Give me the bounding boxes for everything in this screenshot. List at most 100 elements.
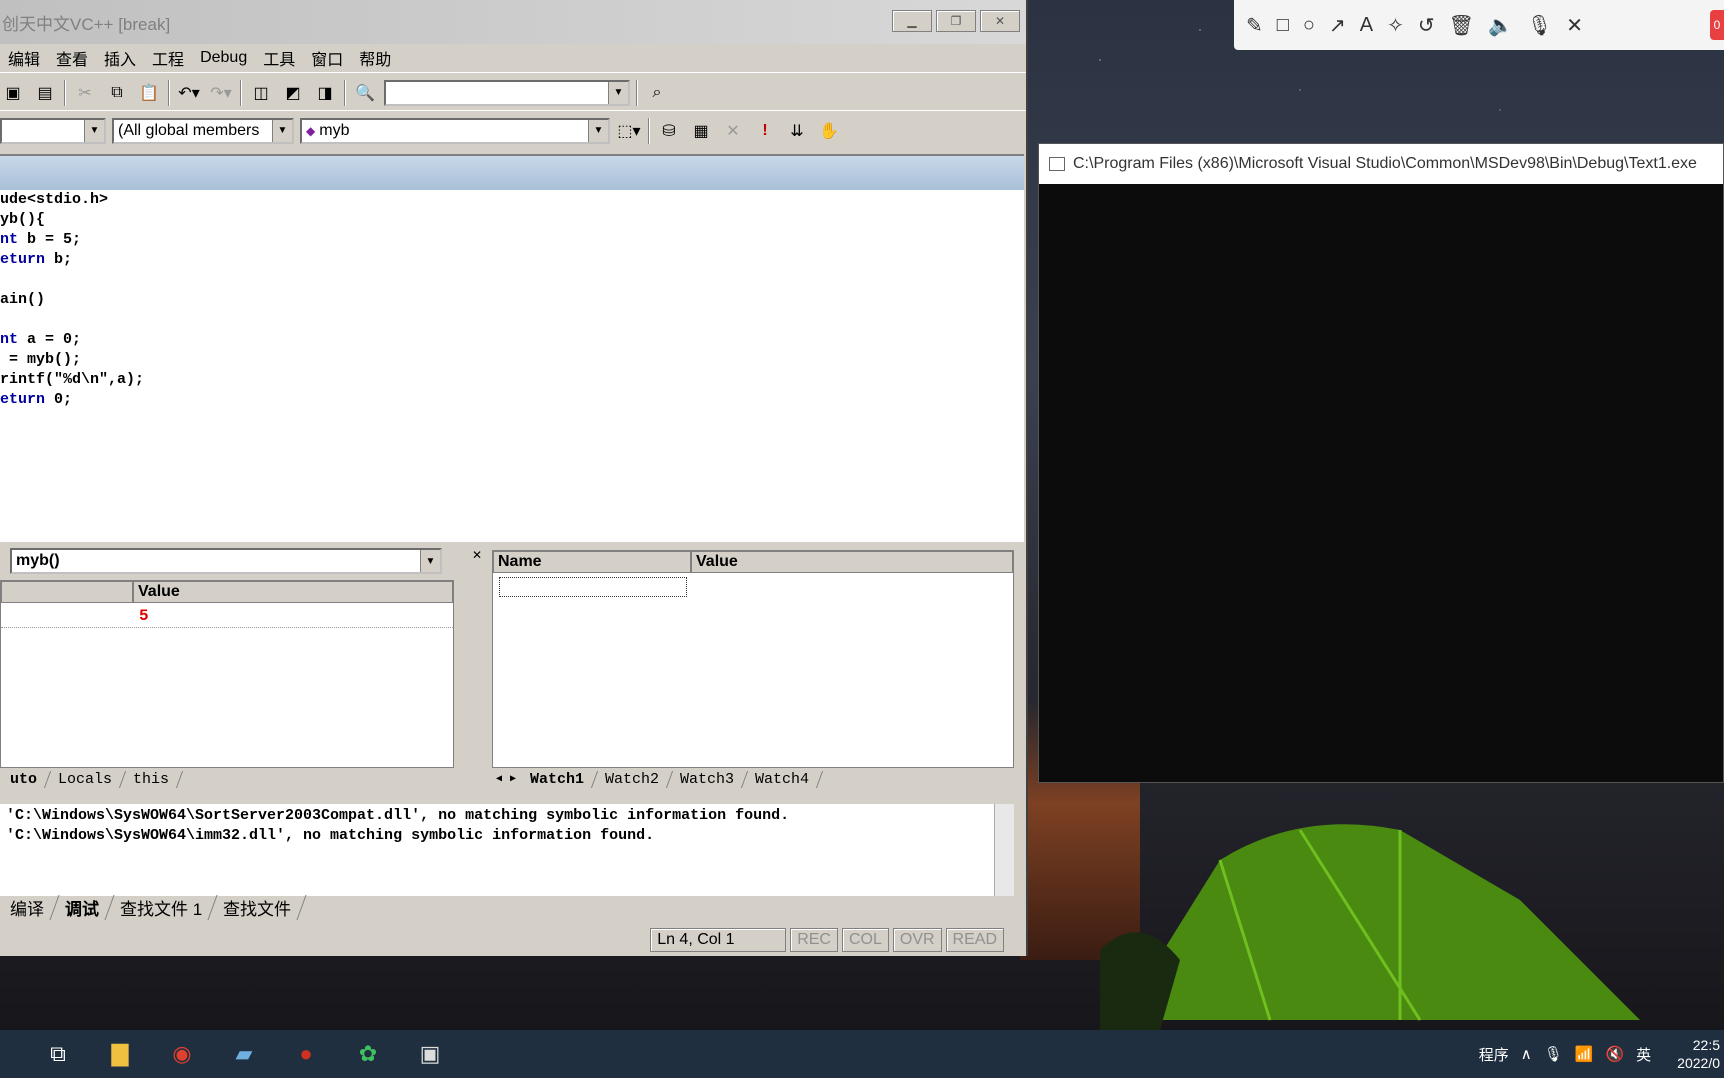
menu-insert[interactable]: 插入 <box>104 46 136 70</box>
speaker-icon[interactable]: 🔈 <box>1488 13 1513 38</box>
tab-find-in-files-1[interactable]: 查找文件 1 <box>105 894 218 920</box>
menu-bar: 编辑 查看 插入 工程 Debug 工具 窗口 帮助 <box>0 44 1026 72</box>
microphone-icon[interactable]: 🎙 <box>1527 13 1552 38</box>
output-scrollbar[interactable] <box>994 804 1014 896</box>
execute-icon[interactable]: ! <box>752 118 778 144</box>
close-button[interactable]: ✕ <box>980 10 1020 32</box>
tab-build[interactable]: 编译 <box>0 894 60 920</box>
ime-indicator[interactable]: 英 <box>1636 1044 1651 1065</box>
scope-combo[interactable]: (All global members ▼ <box>112 117 294 144</box>
undo-icon[interactable]: ↶▾ <box>176 80 202 106</box>
class-combo[interactable]: ▼ <box>0 117 106 144</box>
tab-this[interactable]: this <box>119 770 184 788</box>
tab-debug[interactable]: 调试 <box>50 894 115 920</box>
title-bar: 创天中文VC++ [break] <box>0 0 1026 44</box>
code-line[interactable]: = myb(); <box>0 350 1024 370</box>
tab-auto[interactable]: uto <box>0 770 52 788</box>
code-line[interactable]: eturn b; <box>0 250 1024 270</box>
workspace-icon[interactable]: ◫ <box>248 80 274 106</box>
tab-locals[interactable]: Locals <box>44 770 127 788</box>
wizard-action-icon[interactable]: ⬚▾ <box>616 118 642 144</box>
find-combo[interactable]: ▼ <box>384 79 630 106</box>
window-list-icon[interactable]: ◨ <box>312 80 338 106</box>
output-window-icon[interactable]: ◩ <box>280 80 306 106</box>
output-pane[interactable]: 'C:\Windows\SysWOW64\SortServer2003Compa… <box>0 804 1014 896</box>
code-line[interactable] <box>0 310 1024 330</box>
code-line[interactable]: rintf("%d\n",a); <box>0 370 1024 390</box>
menu-view[interactable]: 查看 <box>56 46 88 70</box>
visual-studio-icon[interactable]: ▣ <box>408 1032 452 1076</box>
find-in-files-icon[interactable]: 🔍 <box>352 80 378 106</box>
go-icon[interactable]: ⇊ <box>784 118 810 144</box>
breakpoint-hand-icon[interactable]: ✋ <box>816 118 842 144</box>
tab-watch3[interactable]: Watch3 <box>667 770 749 788</box>
chrome-icon[interactable]: ◉ <box>160 1032 204 1076</box>
binoculars-icon[interactable]: ⌕ <box>644 80 670 106</box>
scroll-left-icon[interactable]: ◀ <box>492 773 506 785</box>
tab-find-in-files[interactable]: 查找文件 <box>208 894 307 920</box>
app-colorful-icon[interactable]: ✿ <box>346 1032 390 1076</box>
copy-icon[interactable]: ⧉ <box>104 80 130 106</box>
save-icon[interactable]: ▣ <box>0 80 26 106</box>
code-line[interactable]: nt a = 0; <box>0 330 1024 350</box>
record-badge[interactable]: 0 <box>1710 10 1724 40</box>
task-view-icon[interactable]: ⧉ <box>36 1032 80 1076</box>
app-red-icon[interactable]: ● <box>284 1032 328 1076</box>
compile-icon[interactable]: ⛁ <box>656 118 682 144</box>
chevron-down-icon[interactable]: ▼ <box>84 119 104 142</box>
trash-icon[interactable]: 🗑 <box>1449 13 1474 38</box>
clock[interactable]: 22:5 2022/0 <box>1677 1036 1720 1072</box>
code-editor[interactable]: ude<stdio.h> yb(){nt b = 5; eturn b; ain() n… <box>0 190 1024 542</box>
volume-icon[interactable]: 🔇 <box>1605 1045 1624 1063</box>
toolbar-separator <box>168 79 170 106</box>
rectangle-icon[interactable]: □ <box>1277 14 1289 37</box>
name-column-header <box>1 581 133 603</box>
menu-project[interactable]: 工程 <box>152 46 184 70</box>
code-line[interactable]: nt b = 5; <box>0 230 1024 250</box>
console-window[interactable]: C:\Program Files (x86)\Microsoft Visual … <box>1038 143 1724 783</box>
file-explorer-icon[interactable]: ▇ <box>98 1032 142 1076</box>
close-icon[interactable]: ✕ <box>1566 13 1583 38</box>
close-icon[interactable]: ✕ <box>472 548 482 562</box>
menu-edit[interactable]: 编辑 <box>8 46 40 70</box>
chevron-down-icon[interactable]: ▼ <box>420 550 440 572</box>
undo-icon[interactable]: ↺ <box>1418 13 1435 38</box>
text-icon[interactable]: A <box>1360 14 1373 37</box>
chevron-down-icon[interactable]: ▼ <box>272 119 292 142</box>
chevron-down-icon[interactable]: ▼ <box>608 81 628 104</box>
tab-watch2[interactable]: Watch2 <box>591 770 674 788</box>
paste-icon[interactable]: 📋 <box>136 80 162 106</box>
save-all-icon[interactable]: ▤ <box>32 80 58 106</box>
magic-wand-icon[interactable]: ✧ <box>1387 13 1404 38</box>
function-combo[interactable]: ◆ myb ▼ <box>300 117 610 144</box>
code-line[interactable]: ain() <box>0 290 1024 310</box>
watch-edit-cell[interactable] <box>499 577 687 597</box>
arrow-icon[interactable]: ↗ <box>1329 13 1346 38</box>
tray-label[interactable]: 程序 <box>1479 1044 1509 1065</box>
redo-icon[interactable]: ↷▾ <box>208 80 234 106</box>
tab-watch4[interactable]: Watch4 <box>742 770 824 788</box>
menu-window[interactable]: 窗口 <box>311 46 343 70</box>
code-line[interactable]: ude<stdio.h> <box>0 190 1024 210</box>
variable-row-value[interactable]: 5 <box>139 607 149 625</box>
notepad-icon[interactable]: ▰ <box>222 1032 266 1076</box>
circle-icon[interactable]: ○ <box>1303 14 1315 37</box>
cut-icon[interactable]: ✂ <box>72 80 98 106</box>
context-combo[interactable]: myb() ▼ <box>10 548 442 574</box>
menu-help[interactable]: 帮助 <box>359 46 391 70</box>
chevron-down-icon[interactable]: ▼ <box>588 119 608 142</box>
code-line[interactable]: eturn 0; <box>0 390 1024 410</box>
build-icon[interactable]: ▦ <box>688 118 714 144</box>
tab-watch1[interactable]: Watch1 <box>516 770 599 788</box>
minimize-button[interactable]: ▁ <box>892 10 932 32</box>
code-line[interactable]: yb(){ <box>0 210 1024 230</box>
mic-icon[interactable]: 🎙 <box>1544 1045 1563 1063</box>
menu-debug[interactable]: Debug <box>200 49 247 67</box>
restore-button[interactable]: ❐ <box>936 10 976 32</box>
network-icon[interactable]: 📶 <box>1575 1045 1594 1063</box>
chevron-up-icon[interactable]: ∧ <box>1521 1045 1532 1063</box>
pencil-icon[interactable]: ✎ <box>1246 13 1263 38</box>
code-line[interactable] <box>0 270 1024 290</box>
menu-tools[interactable]: 工具 <box>263 46 295 70</box>
stop-build-icon[interactable]: ✕ <box>720 118 746 144</box>
